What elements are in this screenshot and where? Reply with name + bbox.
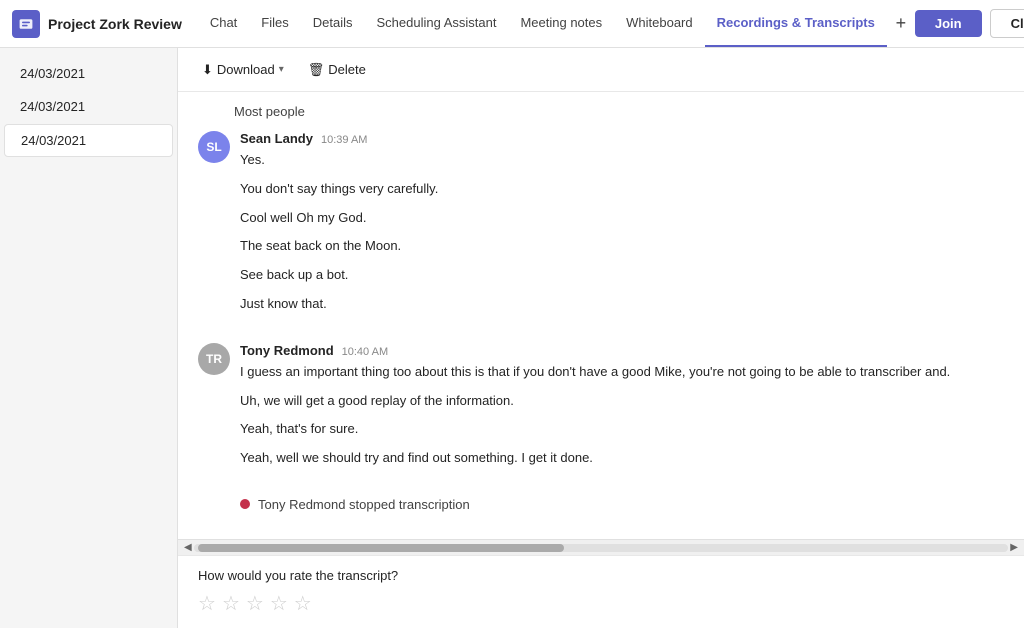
transcript-body[interactable]: Most people SL Sean Landy 10:39 AM Yes. … [178, 92, 1024, 539]
stop-dot [240, 499, 250, 509]
download-chevron: ▾ [279, 64, 284, 75]
message-text-sean: Yes. You don't say things very carefully… [240, 150, 1004, 315]
stop-notice: Tony Redmond stopped transcription [240, 497, 1004, 512]
avatar-sean: SL [198, 131, 230, 163]
sidebar-item-2[interactable]: 24/03/2021 [4, 124, 173, 157]
message-block-tony: TR Tony Redmond 10:40 AM I guess an impo… [198, 343, 1004, 477]
star-1[interactable]: ☆ [198, 591, 216, 616]
message-content-tony: Tony Redmond 10:40 AM I guess an importa… [240, 343, 1004, 477]
app-icon [12, 10, 40, 38]
h-scroll-area[interactable]: ◀ ▶ [178, 539, 1024, 555]
message-line-4: See back up a bot. [240, 265, 1004, 286]
rating-area: How would you rate the transcript? ☆ ☆ ☆… [178, 555, 1024, 628]
sidebar: 24/03/2021 24/03/2021 24/03/2021 [0, 48, 178, 628]
message-time-sean: 10:39 AM [321, 134, 367, 146]
star-2[interactable]: ☆ [222, 591, 240, 616]
sender-name-tony: Tony Redmond [240, 343, 334, 358]
stop-notice-text: Tony Redmond stopped transcription [258, 497, 470, 512]
nav-tabs: Chat Files Details Scheduling Assistant … [198, 0, 915, 47]
rating-label: How would you rate the transcript? [198, 568, 1004, 583]
delete-label: Delete [328, 62, 366, 77]
h-scroll-left[interactable]: ◀ [182, 542, 194, 553]
download-label: Download [217, 62, 275, 77]
message-content-sean: Sean Landy 10:39 AM Yes. You don't say t… [240, 131, 1004, 323]
message-line-3: The seat back on the Moon. [240, 236, 1004, 257]
meeting-title: Project Zork Review [48, 16, 182, 32]
sidebar-item-1[interactable]: 24/03/2021 [4, 91, 173, 122]
close-button[interactable]: Close [990, 9, 1024, 38]
message-text-tony: I guess an important thing too about thi… [240, 362, 1004, 469]
delete-button[interactable]: 🗑 Delete [300, 58, 374, 82]
tab-scheduling[interactable]: Scheduling Assistant [365, 0, 509, 47]
transcript-toolbar: ⬇ Download ▾ 🗑 Delete [178, 48, 1024, 92]
h-scrollbar-thumb [198, 544, 565, 552]
section-label: Most people [234, 104, 1004, 119]
add-tab-button[interactable]: + [887, 10, 915, 38]
tab-chat[interactable]: Chat [198, 0, 249, 47]
sidebar-item-0[interactable]: 24/03/2021 [4, 58, 173, 89]
avatar-tony: TR [198, 343, 230, 375]
tony-line-2: Yeah, that's for sure. [240, 419, 1004, 440]
transcript-panel: ⬇ Download ▾ 🗑 Delete Most people SL Sea… [178, 48, 1024, 628]
avatar-initials-tony: TR [206, 352, 222, 366]
message-block-sean: SL Sean Landy 10:39 AM Yes. You don't sa… [198, 131, 1004, 323]
sender-name-sean: Sean Landy [240, 131, 313, 146]
tony-line-0: I guess an important thing too about thi… [240, 362, 1004, 383]
star-5[interactable]: ☆ [294, 591, 312, 616]
star-4[interactable]: ☆ [270, 591, 288, 616]
download-button[interactable]: ⬇ Download ▾ [194, 58, 292, 82]
tab-meeting-notes[interactable]: Meeting notes [508, 0, 614, 47]
message-line-5: Just know that. [240, 294, 1004, 315]
top-bar: Project Zork Review Chat Files Details S… [0, 0, 1024, 48]
download-icon: ⬇ [202, 62, 213, 78]
h-scroll-right[interactable]: ▶ [1008, 542, 1020, 553]
tab-files[interactable]: Files [249, 0, 300, 47]
message-line-0: Yes. [240, 150, 1004, 171]
main-content: 24/03/2021 24/03/2021 24/03/2021 ⬇ Downl… [0, 48, 1024, 628]
message-line-2: Cool well Oh my God. [240, 208, 1004, 229]
message-header-tony: Tony Redmond 10:40 AM [240, 343, 1004, 358]
tab-whiteboard[interactable]: Whiteboard [614, 0, 704, 47]
tony-line-1: Uh, we will get a good replay of the inf… [240, 391, 1004, 412]
message-line-1: You don't say things very carefully. [240, 179, 1004, 200]
delete-icon: 🗑 [308, 62, 325, 78]
tony-line-3: Yeah, well we should try and find out so… [240, 448, 1004, 469]
message-time-tony: 10:40 AM [342, 346, 388, 358]
join-button[interactable]: Join [915, 10, 982, 37]
tab-recordings[interactable]: Recordings & Transcripts [705, 0, 887, 47]
stars: ☆ ☆ ☆ ☆ ☆ [198, 591, 1004, 616]
tab-details[interactable]: Details [301, 0, 365, 47]
avatar-initials-sean: SL [206, 140, 221, 154]
top-bar-actions: Join Close [915, 9, 1024, 38]
message-header-sean: Sean Landy 10:39 AM [240, 131, 1004, 146]
h-scrollbar-track [194, 544, 1009, 552]
star-3[interactable]: ☆ [246, 591, 264, 616]
